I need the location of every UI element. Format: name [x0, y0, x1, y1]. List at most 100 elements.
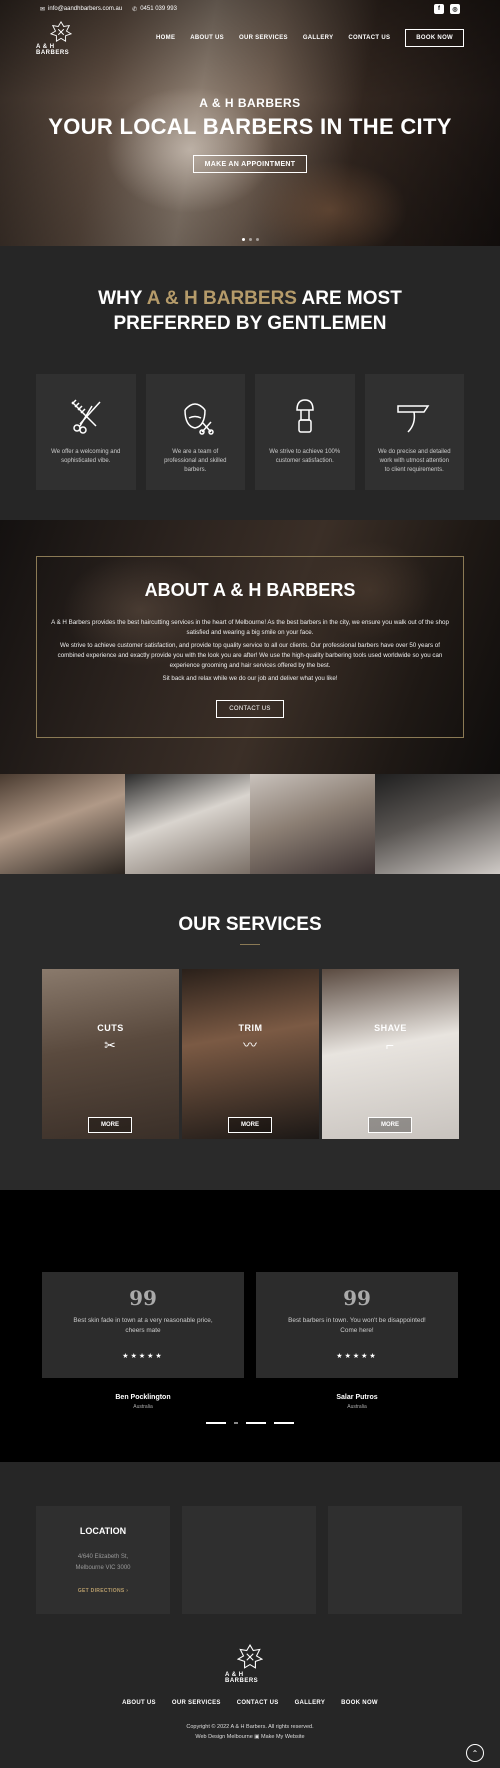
- email-link[interactable]: ✉ info@aandhbarbers.com.au: [40, 6, 122, 13]
- comb-scissors-icon: [71, 399, 101, 434]
- location-card: LOCATION 4/640 Elizabeth St, Melbourne V…: [36, 1506, 170, 1614]
- facebook-icon[interactable]: f: [434, 4, 444, 14]
- quote-icon: 99: [343, 1286, 371, 1310]
- slider-dot[interactable]: [248, 238, 252, 241]
- footer-nav-book-now[interactable]: BOOK NOW: [341, 1700, 378, 1706]
- envelope-icon: ✉: [40, 6, 46, 13]
- hero-subtitle: A & H BARBERS: [199, 96, 301, 110]
- logo-emblem-icon: [50, 20, 72, 42]
- star-rating: ★★★★★: [336, 1353, 378, 1360]
- footer-nav-contact-us[interactable]: CONTACT US: [237, 1700, 279, 1706]
- page: ✉ info@aandhbarbers.com.au ✆ 0451 039 99…: [0, 0, 500, 1768]
- more-button[interactable]: MORE: [228, 1117, 272, 1133]
- about-section: ABOUT A & H BARBERS A & H Barbers provid…: [0, 520, 500, 774]
- nav-home[interactable]: HOME: [156, 35, 175, 41]
- moustache-icon: 〰: [243, 1037, 257, 1053]
- footer-logo[interactable]: A & H BARBERS: [225, 1644, 275, 1684]
- phone-link[interactable]: ✆ 0451 039 993: [132, 6, 177, 13]
- footer-nav-about-us[interactable]: ABOUT US: [122, 1700, 156, 1706]
- heading-underline: [240, 944, 260, 945]
- brand-logo[interactable]: A & H BARBERS: [36, 20, 86, 56]
- nav-contact-us[interactable]: CONTACT US: [348, 35, 390, 41]
- razor-icon: [397, 405, 430, 433]
- get-directions-link[interactable]: GET DIRECTIONS ›: [36, 1588, 170, 1594]
- gallery-image[interactable]: [250, 774, 375, 874]
- location-title: LOCATION: [79, 1526, 127, 1536]
- slider-dot[interactable]: [255, 238, 259, 241]
- feature-text: We strive to achieve 100% customer satis…: [269, 449, 341, 464]
- book-now-button[interactable]: BOOK NOW: [405, 29, 464, 47]
- feature-cards: We offer a welcoming and sophisticated v…: [36, 374, 464, 490]
- testimonial-country: Australia: [347, 1404, 367, 1410]
- location-address: 4/640 Elizabeth St, Melbourne VIC 3000: [75, 1554, 131, 1571]
- gallery-image[interactable]: [375, 774, 500, 874]
- testimonial-quote: Best skin fade in town at a very reasona…: [73, 1317, 213, 1334]
- nav-gallery[interactable]: GALLERY: [303, 35, 334, 41]
- nav-about-us[interactable]: ABOUT US: [190, 35, 224, 41]
- service-card-shave[interactable]: SHAVE ⌐ MORE: [322, 969, 459, 1139]
- brand-name: A & H BARBERS: [36, 43, 70, 56]
- about-heading: ABOUT A & H BARBERS: [144, 580, 356, 600]
- instagram-icon[interactable]: ◎: [450, 4, 460, 14]
- service-label: SHAVE: [374, 1023, 407, 1033]
- phone-icon: ✆: [132, 6, 138, 13]
- footer-card: [182, 1506, 316, 1614]
- razor-icon: ⌐: [385, 1037, 395, 1053]
- pager-dot[interactable]: [246, 1422, 266, 1424]
- social-links: f ◎: [434, 4, 460, 14]
- shaving-brush-icon: [295, 399, 314, 433]
- why-heading: WHY A & H BARBERS ARE MOST PREFERRED BY …: [98, 288, 402, 334]
- slider-dots: [0, 238, 500, 241]
- footer-nav: ABOUT US OUR SERVICES CONTACT US GALLERY…: [0, 1700, 500, 1706]
- brand-name: A & H BARBERS: [225, 1672, 259, 1684]
- make-appointment-button[interactable]: MAKE AN APPOINTMENT: [193, 155, 307, 173]
- feature-text: We are a team of professional and skille…: [164, 449, 227, 473]
- feature-card: We are a team of professional and skille…: [145, 374, 245, 490]
- gallery-image[interactable]: [0, 774, 125, 874]
- copyright: Copyright © 2022 A & H Barbers. All righ…: [186, 1724, 314, 1730]
- services-heading: OUR SERVICES: [178, 914, 322, 935]
- star-rating: ★★★★★: [122, 1353, 164, 1360]
- hero-section: ✉ info@aandhbarbers.com.au ✆ 0451 039 99…: [0, 0, 500, 246]
- gallery-strip: [0, 774, 500, 874]
- pager-dot[interactable]: [274, 1422, 294, 1424]
- service-card-cuts[interactable]: CUTS ✂ MORE: [42, 969, 179, 1139]
- back-to-top-button[interactable]: ⌃: [466, 1744, 484, 1762]
- hero-title: YOUR LOCAL BARBERS IN THE CITY: [48, 114, 452, 139]
- footer: LOCATION 4/640 Elizabeth St, Melbourne V…: [0, 1462, 500, 1768]
- testimonial-author: Ben Pocklington: [115, 1394, 171, 1401]
- testimonial-quote: Best barbers in town. You won't be disap…: [288, 1317, 426, 1334]
- contact-us-button[interactable]: CONTACT US: [216, 700, 284, 718]
- feature-card: We strive to achieve 100% customer satis…: [255, 374, 355, 490]
- feature-card: We do precise and detailed work with utm…: [364, 374, 464, 490]
- barber-face-icon: [184, 403, 214, 435]
- testimonial-author: Salar Putros: [336, 1394, 378, 1401]
- more-button[interactable]: MORE: [88, 1117, 132, 1133]
- testimonial-card: 99 Best skin fade in town at a very reas…: [42, 1272, 244, 1378]
- pager-dot[interactable]: [234, 1422, 238, 1424]
- service-label: CUTS: [97, 1023, 124, 1033]
- footer-card: [328, 1506, 462, 1614]
- more-button[interactable]: MORE: [368, 1117, 412, 1133]
- scissors-icon: ✂: [104, 1037, 116, 1053]
- web-design-credit[interactable]: Web Design Melbourne ▣ Make My Website: [0, 1734, 500, 1740]
- slider-dot[interactable]: [241, 238, 245, 241]
- quote-icon: 99: [129, 1286, 157, 1310]
- why-section: WHY A & H BARBERS ARE MOST PREFERRED BY …: [0, 246, 500, 520]
- services-section: OUR SERVICES CUTS ✂ MORE TRIM 〰 MORE SHA…: [0, 874, 500, 1190]
- navbar: A & H BARBERS HOME ABOUT US OUR SERVICES…: [0, 18, 500, 58]
- logo-emblem-icon: [237, 1644, 263, 1669]
- main-nav: HOME ABOUT US OUR SERVICES GALLERY CONTA…: [156, 29, 464, 47]
- feature-card: We offer a welcoming and sophisticated v…: [36, 374, 136, 490]
- footer-nav-our-services[interactable]: OUR SERVICES: [172, 1700, 221, 1706]
- testimonial-pager: [0, 1422, 500, 1424]
- footer-nav-gallery[interactable]: GALLERY: [295, 1700, 326, 1706]
- feature-text: We do precise and detailed work with utm…: [377, 449, 451, 473]
- nav-our-services[interactable]: OUR SERVICES: [239, 35, 288, 41]
- about-text: A & H Barbers provides the best haircutt…: [51, 619, 449, 682]
- service-card-trim[interactable]: TRIM 〰 MORE: [182, 969, 319, 1139]
- testimonial-card: 99 Best barbers in town. You won't be di…: [256, 1272, 458, 1378]
- pager-dot[interactable]: [206, 1422, 226, 1424]
- gallery-image[interactable]: [125, 774, 250, 874]
- chevron-up-icon: ⌃: [471, 1748, 479, 1758]
